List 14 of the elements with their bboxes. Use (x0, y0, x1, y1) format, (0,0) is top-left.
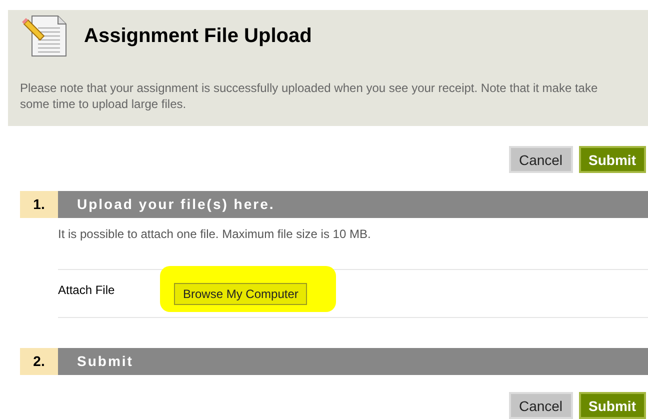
step-number: 1. (20, 191, 58, 218)
document-pencil-icon (22, 14, 68, 58)
cancel-button[interactable]: Cancel (508, 146, 573, 173)
browse-button[interactable]: Browse My Computer (174, 282, 308, 304)
submit-button[interactable]: Submit (578, 146, 646, 173)
section-title: Submit (77, 352, 134, 371)
file-limit-text: It is possible to attach one file. Maximum file size is 10 MB. (58, 226, 372, 243)
page-title: Assignment File Upload (84, 24, 312, 49)
upload-note: Please note that your assignment is successfully uploaded when you see your receipt. Note that it make take some time to upload large files. (20, 80, 599, 112)
step-number: 2. (20, 348, 58, 375)
submit-button[interactable]: Submit (578, 392, 646, 419)
attach-file-label: Attach File (58, 282, 116, 298)
cancel-button[interactable]: Cancel (508, 392, 573, 419)
section-title: Upload your file(s) here. (77, 195, 275, 214)
